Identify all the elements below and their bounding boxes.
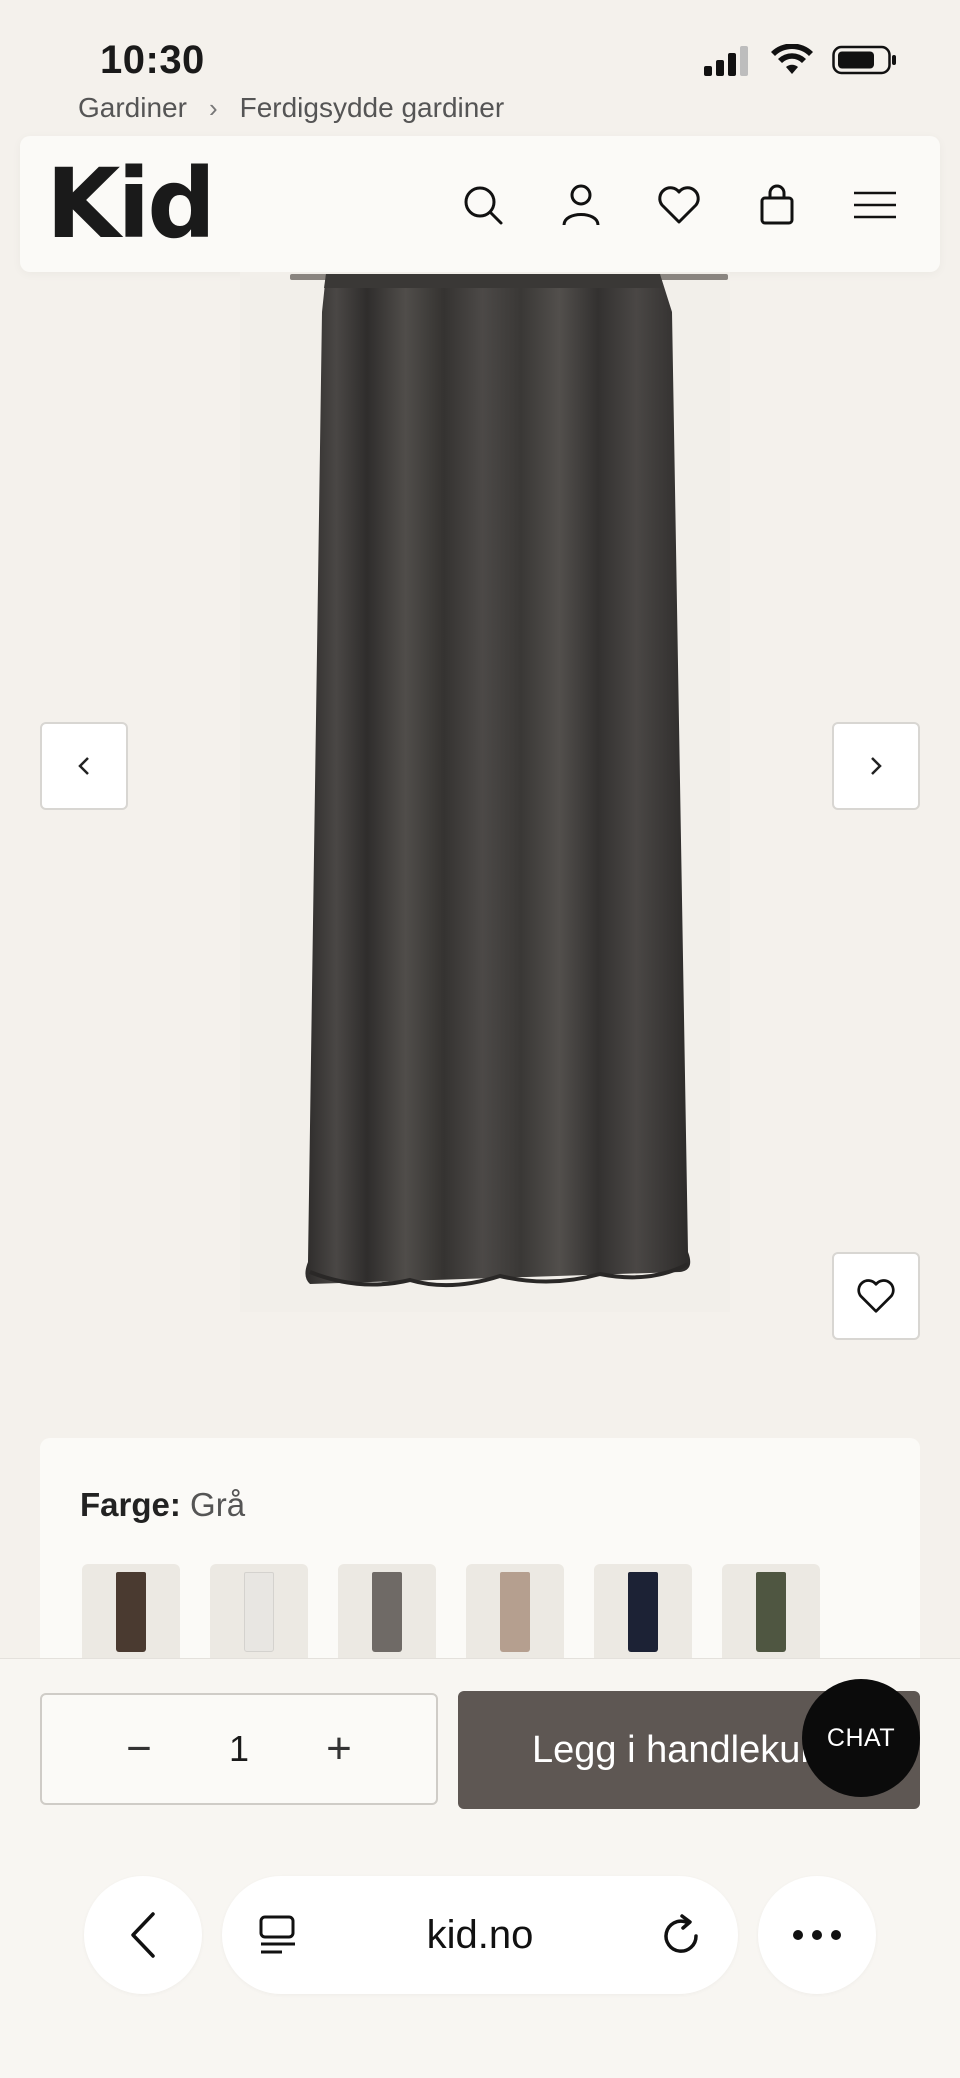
reader-icon (259, 1915, 295, 1954)
chevron-left-icon (78, 757, 89, 775)
quantity-value[interactable]: 1 (219, 1728, 259, 1770)
product-image-curtain[interactable] (300, 272, 700, 1292)
color-swatches (82, 1564, 820, 1664)
color-swatch-grey[interactable] (338, 1564, 436, 1664)
header-actions (460, 182, 898, 228)
sticky-purchase-bar: − 1 + Legg i handlekurv CHAT (0, 1658, 960, 2078)
browser-back-button[interactable] (84, 1876, 202, 1994)
site-header: Kid (20, 136, 940, 272)
signal-icon (704, 46, 748, 76)
url-text: kid.no (426, 1912, 534, 1957)
color-label: Farge: Grå (80, 1486, 245, 1524)
breadcrumb: Gardiner › Ferdigsydde gardiner (78, 92, 504, 124)
address-bar[interactable]: kid.no (222, 1876, 738, 1994)
logo[interactable]: Kid (46, 156, 216, 252)
product-gallery (0, 272, 960, 1352)
breadcrumb-item-ferdigsydde[interactable]: Ferdigsydde gardiner (240, 92, 505, 124)
color-swatch-brown[interactable] (82, 1564, 180, 1664)
menu-icon[interactable] (852, 182, 898, 228)
color-swatch-white[interactable] (210, 1564, 308, 1664)
bag-icon[interactable] (754, 182, 800, 228)
chevron-left-icon (131, 1912, 155, 1958)
gallery-next-button[interactable] (832, 722, 920, 810)
gallery-prev-button[interactable] (40, 722, 128, 810)
color-swatch-olive[interactable] (722, 1564, 820, 1664)
browser-more-button[interactable] (758, 1876, 876, 1994)
more-icon (793, 1930, 841, 1940)
heart-outline-icon (857, 1279, 895, 1313)
color-label-title: Farge: (80, 1486, 181, 1523)
add-to-wishlist-button[interactable] (832, 1252, 920, 1340)
reload-icon[interactable] (662, 1914, 702, 1956)
browser-toolbar: kid.no (0, 1876, 960, 1996)
status-time: 10:30 (100, 38, 205, 82)
color-swatch-beige[interactable] (466, 1564, 564, 1664)
color-swatch-navy[interactable] (594, 1564, 692, 1664)
account-icon[interactable] (558, 182, 604, 228)
heart-icon[interactable] (656, 182, 702, 228)
wifi-icon (771, 44, 813, 74)
chevron-right-icon (871, 757, 882, 775)
quantity-stepper: − 1 + (40, 1693, 438, 1805)
status-icons (704, 44, 898, 76)
breadcrumb-item-gardiner[interactable]: Gardiner (78, 92, 187, 124)
breadcrumb-separator-icon: › (208, 92, 218, 123)
quantity-decrease-button[interactable]: − (119, 1727, 159, 1771)
chat-button[interactable]: CHAT (802, 1679, 920, 1797)
battery-icon (832, 45, 896, 75)
status-bar: 10:30 (0, 0, 960, 100)
quantity-increase-button[interactable]: + (319, 1727, 359, 1771)
color-label-value: Grå (190, 1486, 246, 1523)
search-icon[interactable] (460, 182, 506, 228)
